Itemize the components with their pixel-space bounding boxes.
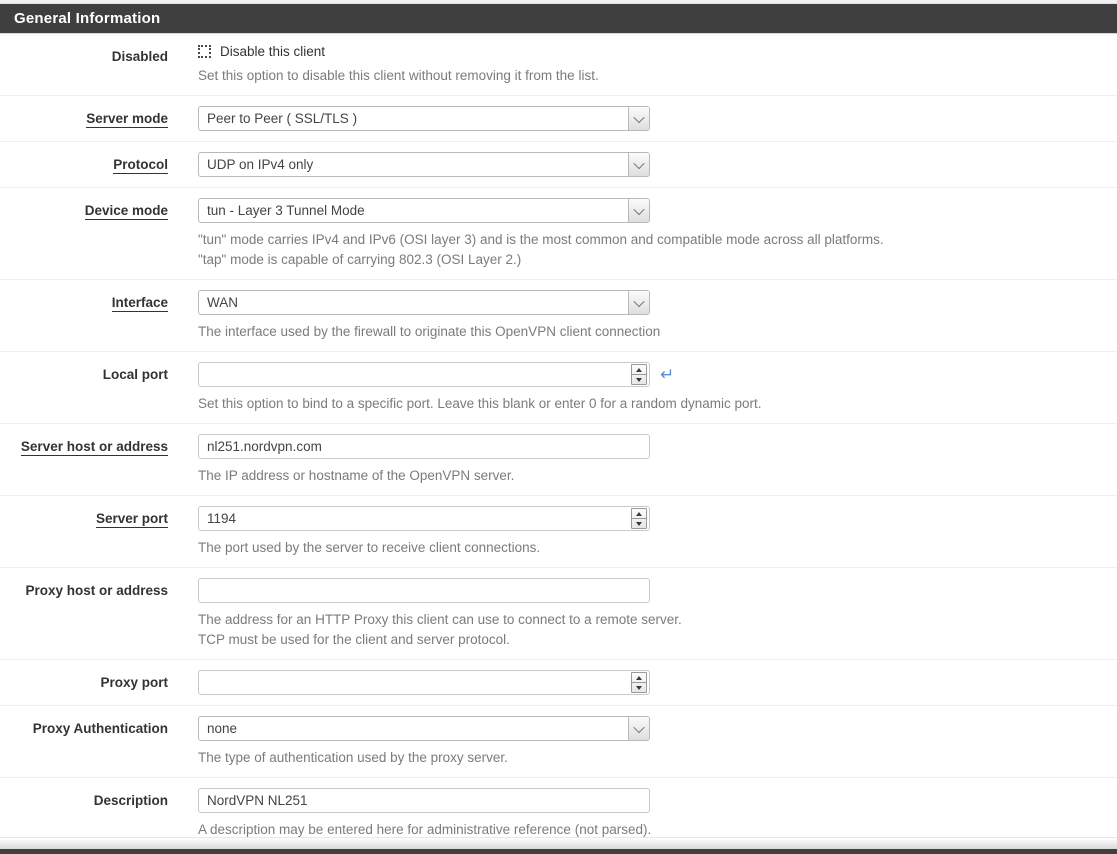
local-port-control-line: ↵ [198,362,1117,387]
form-row-server-host: Server host or address The IP address or… [0,424,1117,496]
spinner-up-icon[interactable] [632,509,646,519]
help-device-mode-line1: "tun" mode carries IPv4 and IPv6 (OSI la… [198,230,1117,249]
chevron-down-icon[interactable] [628,107,649,130]
general-information-form: Disabled Disable this client Set this op… [0,34,1117,850]
label-proxy-port: Proxy port [0,670,168,690]
page-bottom-gradient [0,837,1117,849]
help-proxy-host-line1: The address for an HTTP Proxy this clien… [198,610,1117,629]
help-disabled: Set this option to disable this client w… [198,66,1117,85]
server-mode-select-value[interactable]: Peer to Peer ( SSL/TLS ) [198,106,650,131]
server-port-input[interactable] [198,506,650,531]
label-device-mode[interactable]: Device mode [0,198,168,218]
spinner-down-icon[interactable] [632,683,646,692]
chevron-down-icon[interactable] [628,291,649,314]
proxy-port-number-wrapper [198,670,650,695]
proxy-port-stepper[interactable] [631,672,647,693]
content-server-mode: Peer to Peer ( SSL/TLS ) [168,106,1117,131]
page-bottom-bar [0,849,1117,854]
content-protocol: UDP on IPv4 only [168,152,1117,177]
spinner-down-icon[interactable] [632,375,646,384]
content-disabled: Disable this client Set this option to d… [168,44,1117,85]
help-device-mode-line2: "tap" mode is capable of carrying 802.3 … [198,250,1117,269]
disable-client-checkbox[interactable] [198,45,211,58]
proxy-authentication-select[interactable]: none [198,716,650,741]
local-port-input[interactable] [198,362,650,387]
content-proxy-host: The address for an HTTP Proxy this clien… [168,578,1117,649]
label-proxy-authentication: Proxy Authentication [0,716,168,736]
form-row-server-port: Server port The port used by the server … [0,496,1117,568]
label-local-port: Local port [0,362,168,382]
spinner-down-icon[interactable] [632,519,646,528]
device-mode-select-value[interactable]: tun - Layer 3 Tunnel Mode [198,198,650,223]
server-port-number-wrapper [198,506,650,531]
enter-arrow-icon[interactable]: ↵ [660,366,674,383]
help-server-port: The port used by the server to receive c… [198,538,1117,557]
content-description: A description may be entered here for ad… [168,788,1117,839]
chevron-down-icon[interactable] [628,717,649,740]
server-mode-select[interactable]: Peer to Peer ( SSL/TLS ) [198,106,650,131]
disable-client-checkbox-label[interactable]: Disable this client [220,44,325,59]
help-proxy-host-line2: TCP must be used for the client and serv… [198,630,1117,649]
spinner-up-icon[interactable] [632,365,646,375]
protocol-select-value[interactable]: UDP on IPv4 only [198,152,650,177]
form-row-proxy-port: Proxy port [0,660,1117,706]
label-server-host[interactable]: Server host or address [0,434,168,454]
form-row-interface: Interface WAN The interface used by the … [0,280,1117,352]
chevron-down-icon[interactable] [628,199,649,222]
content-interface: WAN The interface used by the firewall t… [168,290,1117,341]
label-protocol[interactable]: Protocol [0,152,168,172]
form-row-protocol: Protocol UDP on IPv4 only [0,142,1117,188]
proxy-host-input[interactable] [198,578,650,603]
local-port-stepper[interactable] [631,364,647,385]
disable-client-checkbox-line: Disable this client [198,44,1117,59]
spinner-up-icon[interactable] [632,673,646,683]
form-row-proxy-authentication: Proxy Authentication none The type of au… [0,706,1117,778]
form-row-device-mode: Device mode tun - Layer 3 Tunnel Mode "t… [0,188,1117,280]
protocol-select[interactable]: UDP on IPv4 only [198,152,650,177]
form-row-server-mode: Server mode Peer to Peer ( SSL/TLS ) [0,96,1117,142]
help-interface: The interface used by the firewall to or… [198,322,1117,341]
content-device-mode: tun - Layer 3 Tunnel Mode "tun" mode car… [168,198,1117,269]
content-local-port: ↵ Set this option to bind to a specific … [168,362,1117,413]
label-interface[interactable]: Interface [0,290,168,310]
label-server-port[interactable]: Server port [0,506,168,526]
chevron-down-icon[interactable] [628,153,649,176]
server-host-input[interactable] [198,434,650,459]
label-proxy-host: Proxy host or address [0,578,168,598]
device-mode-select[interactable]: tun - Layer 3 Tunnel Mode [198,198,650,223]
help-server-host: The IP address or hostname of the OpenVP… [198,466,1117,485]
panel-header-general-information: General Information [0,4,1117,34]
label-description: Description [0,788,168,808]
form-row-proxy-host: Proxy host or address The address for an… [0,568,1117,660]
proxy-port-input[interactable] [198,670,650,695]
help-local-port: Set this option to bind to a specific po… [198,394,1117,413]
content-proxy-authentication: none The type of authentication used by … [168,716,1117,767]
local-port-number-wrapper [198,362,650,387]
label-disabled: Disabled [0,44,168,64]
interface-select-value[interactable]: WAN [198,290,650,315]
content-server-port: The port used by the server to receive c… [168,506,1117,557]
content-proxy-port [168,670,1117,695]
description-input[interactable] [198,788,650,813]
interface-select[interactable]: WAN [198,290,650,315]
server-port-stepper[interactable] [631,508,647,529]
content-server-host: The IP address or hostname of the OpenVP… [168,434,1117,485]
form-row-disabled: Disabled Disable this client Set this op… [0,34,1117,96]
form-row-local-port: Local port ↵ Set this option to bind to … [0,352,1117,424]
help-proxy-authentication: The type of authentication used by the p… [198,748,1117,767]
panel-title: General Information [14,10,160,27]
label-server-mode[interactable]: Server mode [0,106,168,126]
proxy-authentication-select-value[interactable]: none [198,716,650,741]
